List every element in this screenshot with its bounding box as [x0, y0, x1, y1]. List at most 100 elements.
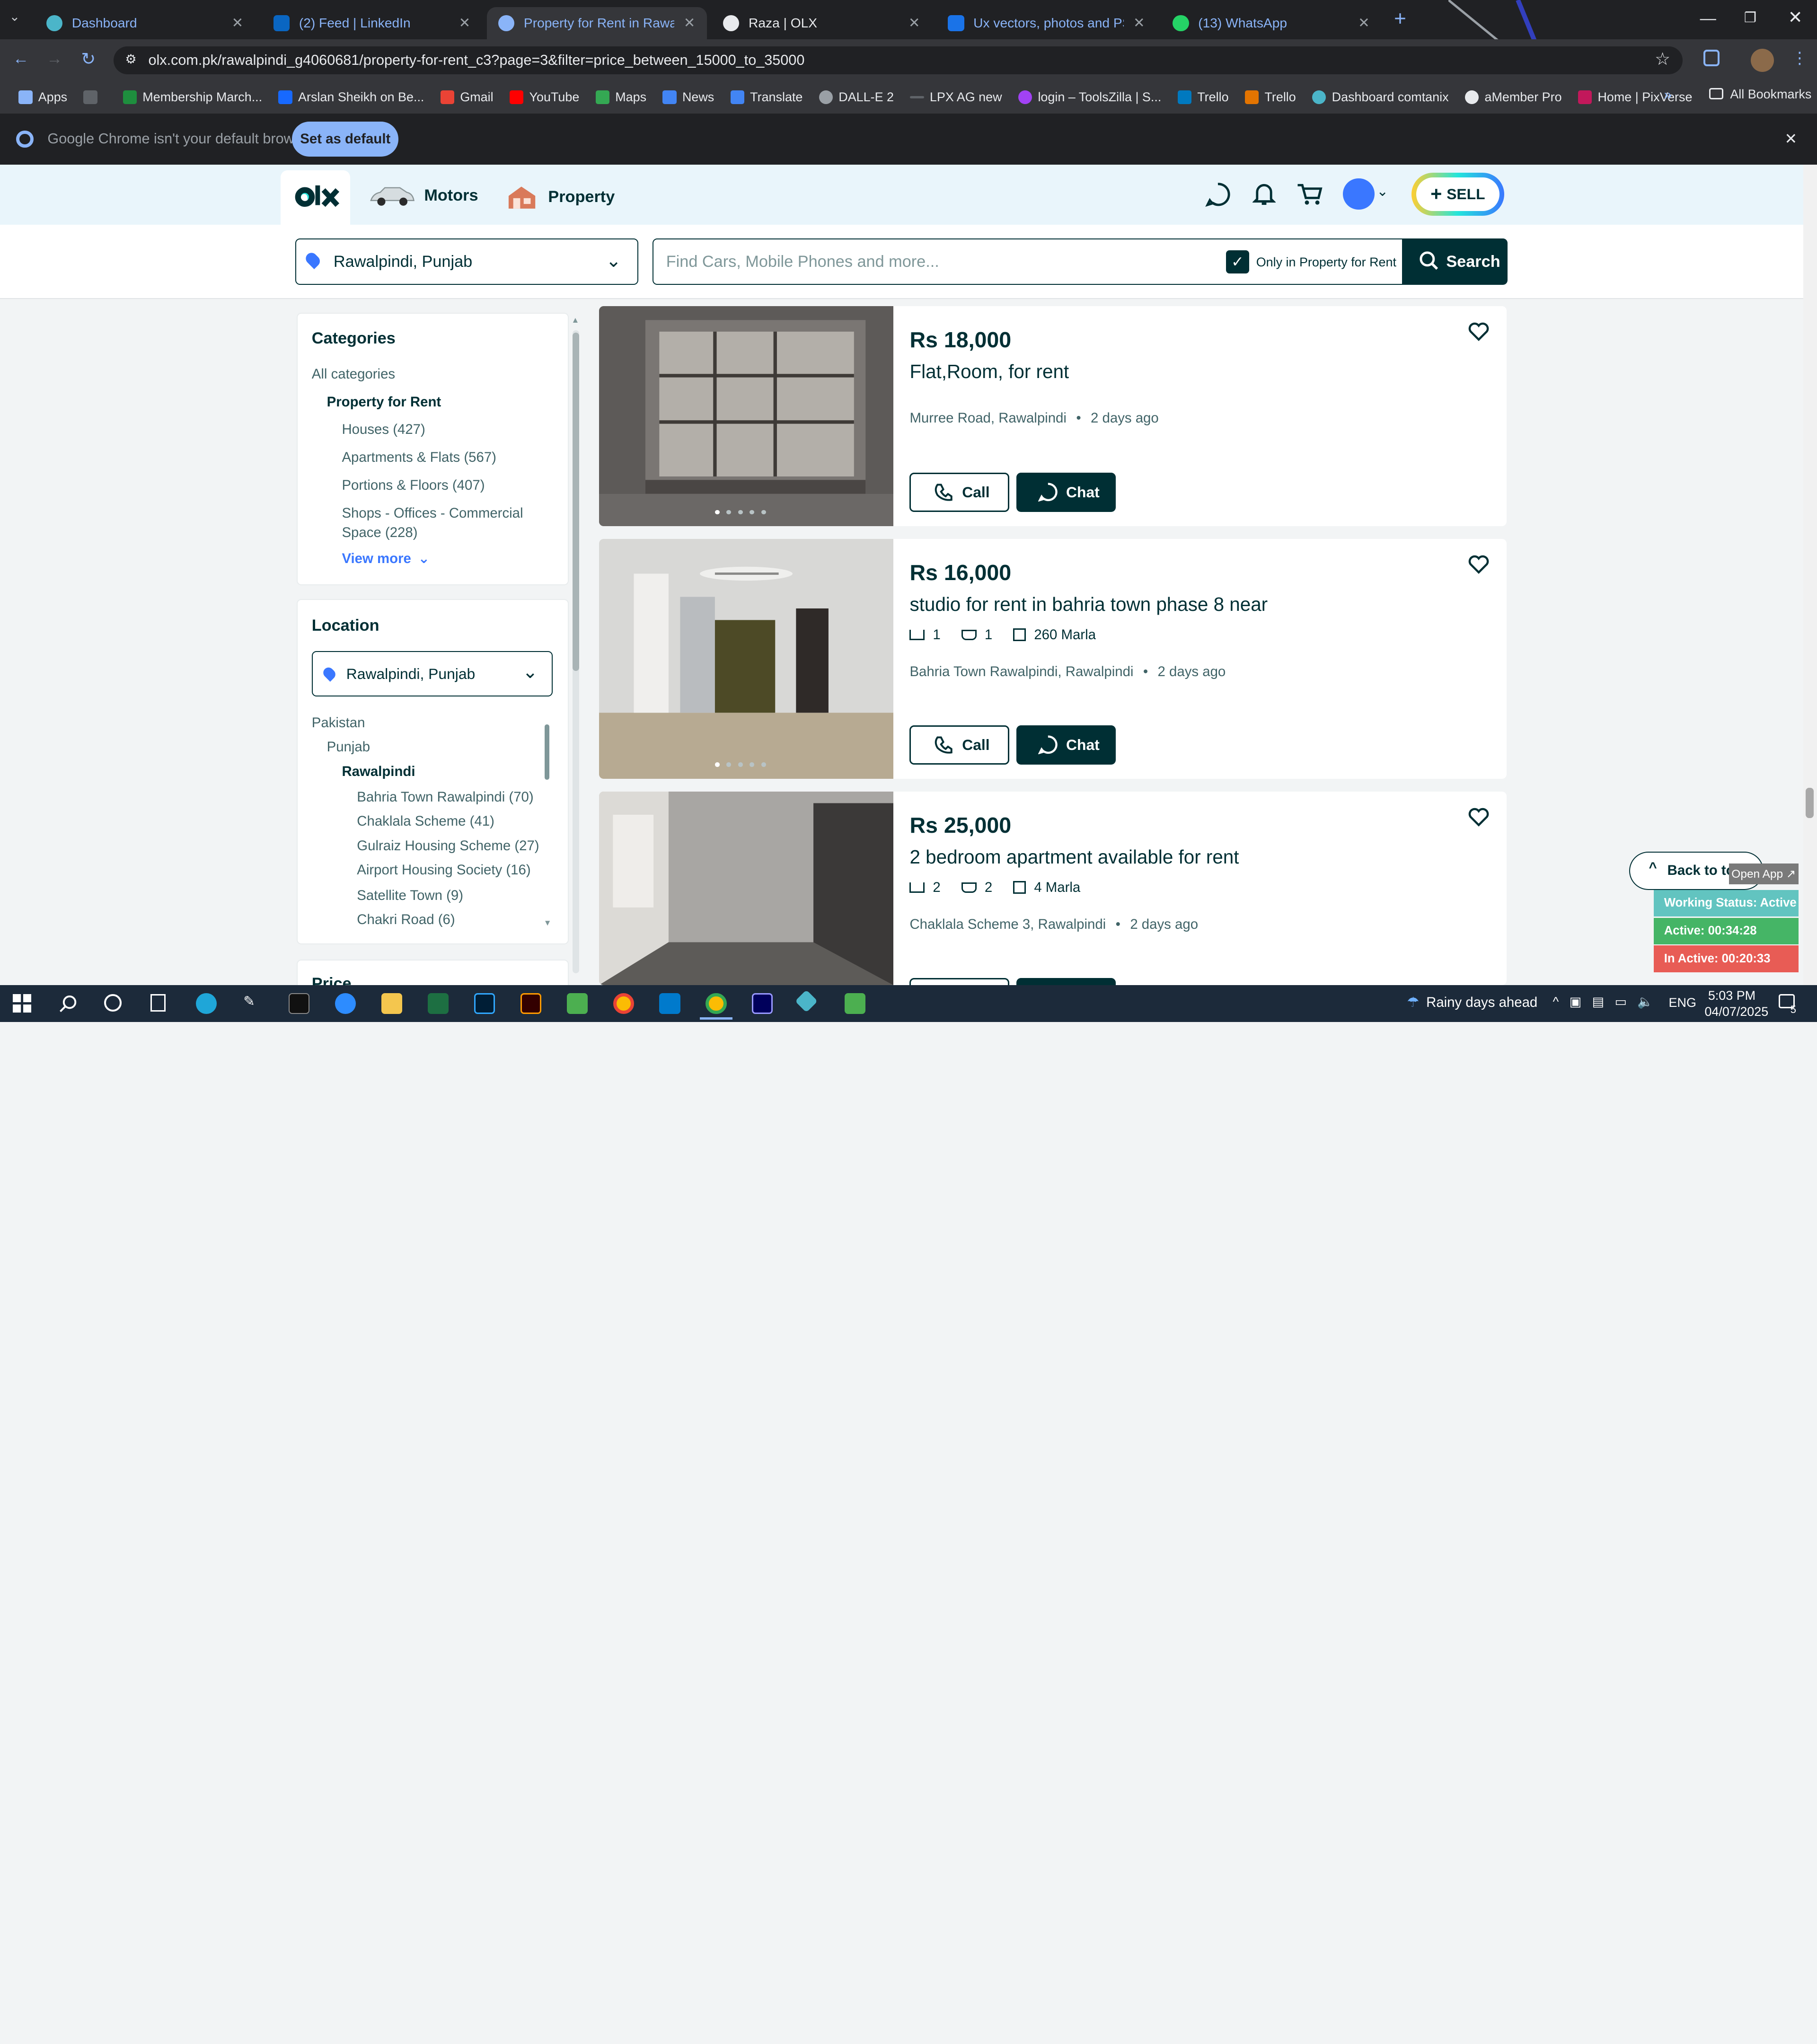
location-area[interactable]: Chakri Road (6) — [357, 912, 455, 928]
pen-icon[interactable]: ✎ — [243, 993, 264, 1014]
bookmark-toolszilla[interactable]: login – ToolsZilla | S... — [1018, 90, 1161, 105]
new-tab-button[interactable]: + — [1394, 7, 1406, 31]
tab-linkedin[interactable]: (2) Feed | LinkedIn ✕ — [262, 7, 482, 40]
site-info-icon[interactable]: ⚙ — [125, 52, 136, 67]
favorite-heart-icon[interactable] — [1468, 808, 1489, 828]
category-apartments[interactable]: Apartments & Flats (567) — [342, 449, 496, 466]
bookmark-behance[interactable]: Arslan Sheikh on Be... — [278, 90, 424, 105]
close-icon[interactable]: ✕ — [1358, 15, 1370, 31]
bookmark-membership[interactable]: Membership March... — [123, 90, 262, 105]
close-icon[interactable]: ✕ — [1133, 15, 1145, 31]
close-icon[interactable]: ✕ — [684, 15, 696, 31]
tab-property-rent[interactable]: Property for Rent in Rawalpindi✕ — [486, 7, 707, 40]
restore-button[interactable]: ❐ — [1744, 9, 1756, 26]
excel-icon[interactable] — [427, 993, 449, 1014]
location-area[interactable]: Bahria Town Rawalpindi (70) — [357, 789, 533, 805]
category-shops-line2[interactable]: Space (228) — [342, 525, 417, 541]
back-button[interactable]: ← — [13, 50, 29, 68]
chrome-menu-icon[interactable]: ⋮ — [1791, 49, 1808, 68]
search-button[interactable]: Search — [1402, 238, 1508, 285]
listing-card[interactable]: Rs 18,000 Flat,Room, for rent Murree Roa… — [599, 306, 1507, 526]
page-scrollbar-thumb[interactable] — [1805, 788, 1814, 818]
location-filter-select[interactable]: Rawalpindi, Punjab ⌄ — [311, 651, 553, 696]
system-tray[interactable]: ^ ▣ ▤ ▭ 🔈 — [1553, 994, 1653, 1009]
profile-avatar[interactable] — [1751, 48, 1774, 72]
category-portions[interactable]: Portions & Floors (407) — [342, 477, 485, 493]
favorite-heart-icon[interactable] — [1468, 555, 1489, 575]
window-close-button[interactable]: ✕ — [1788, 7, 1803, 27]
sidebar-scrollbar-thumb[interactable] — [572, 332, 580, 671]
bookmark-trello-1[interactable]: Trello — [1177, 90, 1229, 105]
location-area[interactable]: Satellite Town (9) — [357, 888, 463, 904]
minimize-button[interactable]: — — [1700, 9, 1716, 28]
location-pakistan[interactable]: Pakistan — [312, 715, 365, 731]
bookmark-pixverse[interactable]: Home | PixVerse — [1578, 90, 1692, 105]
zoom-icon[interactable] — [335, 993, 356, 1014]
clock-time[interactable]: 5:03 PM — [1708, 988, 1755, 1003]
listing-photo[interactable] — [599, 306, 894, 526]
reload-button[interactable]: ↻ — [81, 49, 96, 69]
bookmark-news[interactable]: News — [662, 90, 714, 105]
category-all[interactable]: All categories — [312, 366, 395, 382]
bookmark-youtube[interactable]: YouTube — [509, 90, 579, 105]
task-view-icon[interactable] — [150, 994, 166, 1012]
nav-motors[interactable]: Motors — [369, 183, 478, 209]
bookmark-grid-icon[interactable] — [83, 90, 97, 105]
listing-title[interactable]: studio for rent in bahria town phase 8 n… — [909, 593, 1268, 616]
search-icon[interactable] — [59, 994, 78, 1013]
location-area[interactable]: Chaklala Scheme (41) — [357, 813, 494, 829]
bookmark-apps[interactable]: Apps — [18, 90, 67, 105]
category-houses[interactable]: Houses (427) — [342, 422, 425, 438]
bookmark-trello-2[interactable]: Trello — [1244, 90, 1296, 105]
vscode-icon[interactable] — [659, 993, 680, 1014]
listing-card[interactable]: Rs 25,000 2 bedroom apartment available … — [599, 791, 1507, 985]
address-bar[interactable]: ⚙ olx.com.pk/rawalpindi_g4060681/property… — [114, 46, 1683, 74]
sell-button[interactable]: + SELL — [1411, 172, 1504, 216]
close-icon[interactable]: ✕ — [908, 15, 920, 31]
location-select[interactable]: Rawalpindi, Punjab ⌄ — [295, 238, 639, 285]
location-area[interactable]: Gulraiz Housing Scheme (27) — [357, 838, 539, 854]
category-shops[interactable]: Shops - Offices - Commercial — [342, 505, 523, 521]
scroll-up-arrow-icon[interactable]: ▲ — [571, 315, 579, 325]
listing-photo[interactable] — [599, 791, 894, 985]
tab-whatsapp[interactable]: (13) WhatsApp ✕ — [1161, 7, 1381, 40]
call-button[interactable] — [909, 978, 1010, 985]
listing-photo[interactable] — [599, 538, 894, 779]
chevron-down-icon[interactable]: ⌄ — [1376, 183, 1388, 200]
listing-card[interactable]: Rs 16,000 studio for rent in bahria town… — [599, 538, 1507, 779]
open-app-link[interactable]: Open App ↗ — [1729, 863, 1799, 884]
close-icon[interactable]: ✕ — [459, 15, 471, 31]
weather-widget[interactable]: ☂ Rainy days ahead — [1407, 994, 1537, 1011]
all-bookmarks[interactable]: All Bookmarks — [1709, 87, 1811, 102]
clock-date[interactable]: 04/07/2025 — [1704, 1004, 1768, 1019]
tab-ux-vectors[interactable]: Ux vectors, photos and PSD file✕ — [936, 7, 1156, 40]
infobar-close-icon[interactable]: ✕ — [1784, 130, 1797, 148]
green-app-icon[interactable] — [566, 993, 588, 1014]
listing-title[interactable]: 2 bedroom apartment available for rent — [909, 846, 1239, 868]
scroll-down-arrow-icon[interactable]: ▼ — [544, 918, 552, 928]
windows-start-icon[interactable] — [12, 994, 32, 1013]
chat-icon[interactable] — [1205, 182, 1231, 207]
location-punjab[interactable]: Punjab — [327, 739, 370, 755]
nav-property[interactable]: Property — [506, 183, 615, 211]
file-explorer-icon[interactable] — [381, 993, 402, 1014]
olx-logo-tab[interactable]: o — [280, 170, 350, 225]
location-list-scrollbar[interactable] — [545, 724, 549, 780]
edge-icon[interactable] — [195, 993, 217, 1014]
chat-button[interactable]: Chat — [1016, 725, 1116, 765]
only-category-checkbox[interactable]: ✓ — [1226, 250, 1249, 273]
tab-dashboard[interactable]: Dashboard ✕ — [35, 7, 255, 40]
cortana-icon[interactable] — [104, 994, 122, 1012]
forward-button[interactable]: → — [46, 50, 62, 68]
chrome-icon[interactable] — [613, 993, 634, 1014]
bookmark-amember[interactable]: aMember Pro — [1464, 90, 1562, 105]
notification-bell-icon[interactable] — [1252, 182, 1276, 207]
bookmark-lpx[interactable]: LPX AG new — [910, 90, 1002, 105]
extensions-icon[interactable] — [1703, 50, 1720, 66]
photoshop-icon[interactable] — [474, 993, 495, 1014]
cart-icon[interactable] — [1297, 182, 1324, 207]
set-as-default-button[interactable]: Set as default — [292, 122, 399, 157]
green-app-icon[interactable] — [845, 993, 866, 1014]
chat-button[interactable] — [1016, 978, 1116, 985]
call-button[interactable]: Call — [909, 725, 1010, 765]
